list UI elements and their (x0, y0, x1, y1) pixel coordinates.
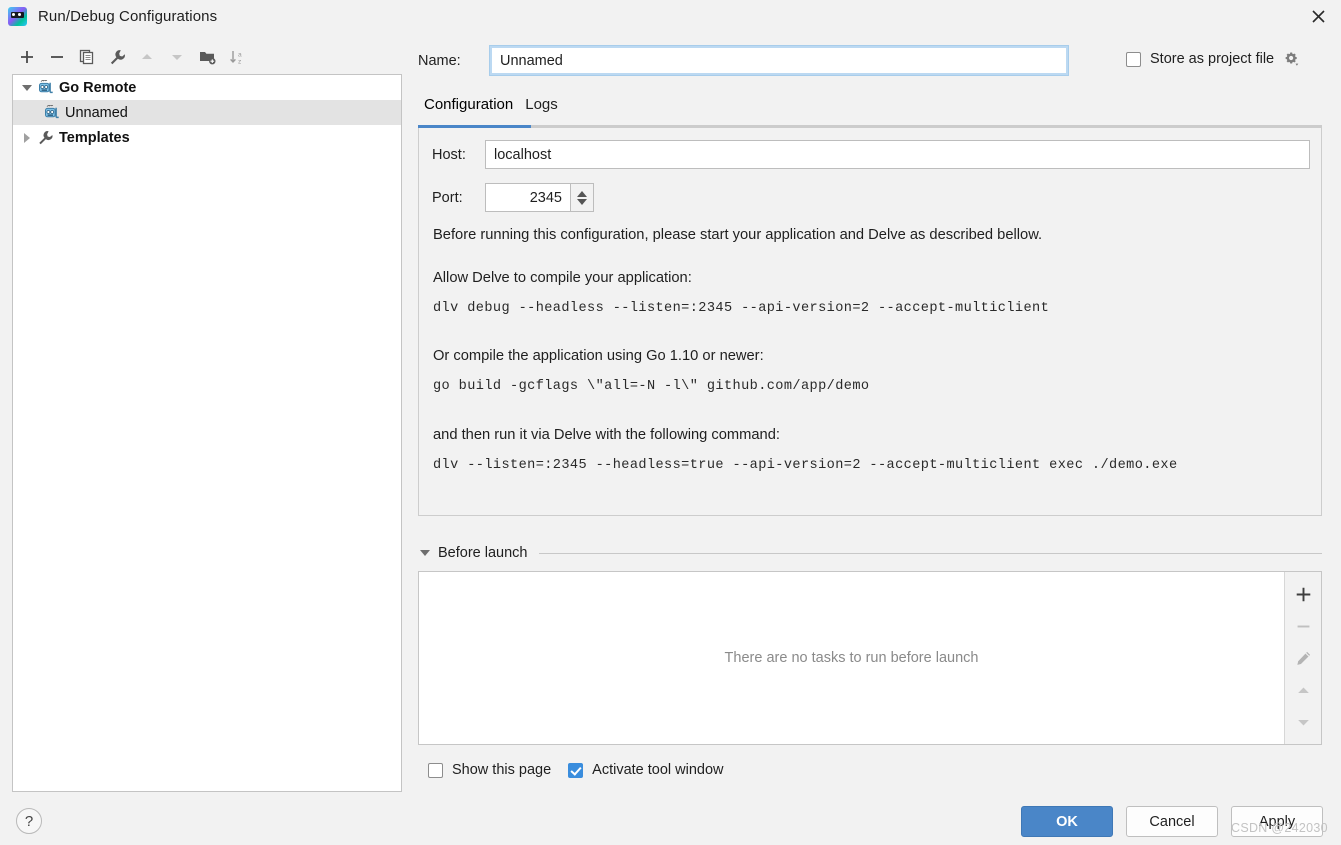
port-label: Port: (432, 190, 463, 206)
copy-icon (79, 49, 94, 65)
tab-logs[interactable]: Logs (519, 96, 564, 120)
chevron-right-icon[interactable] (19, 130, 35, 146)
tree-item-label: Templates (59, 129, 130, 146)
ok-button[interactable]: OK (1021, 806, 1113, 837)
section-code-2: go build -gcflags \"all=-N -l\" github.c… (433, 379, 870, 394)
run-debug-configurations-dialog: Run/Debug Configurations a z Go Remote U… (0, 0, 1341, 845)
move-up-button[interactable] (132, 43, 162, 71)
remove-configuration-button[interactable] (42, 43, 72, 71)
spinner-down-icon[interactable] (577, 198, 587, 205)
before-launch-header[interactable]: Before launch (420, 543, 1322, 563)
section-heading-3: and then run it via Delve with the follo… (433, 427, 780, 443)
go-remote-icon (43, 104, 61, 121)
gear-dropdown-icon[interactable] (1284, 51, 1300, 67)
show-this-page-label: Show this page (452, 762, 552, 778)
svg-text:z: z (238, 58, 241, 65)
wrench-icon (110, 49, 125, 64)
move-down-button[interactable] (162, 43, 192, 71)
arrow-down-icon (1297, 719, 1309, 725)
sort-az-icon: a z (229, 50, 242, 65)
section-heading-1: Allow Delve to compile your application: (433, 270, 692, 286)
minus-icon (1297, 625, 1309, 627)
port-spin-buttons[interactable] (570, 184, 593, 211)
help-button[interactable]: ? (16, 808, 42, 834)
move-task-up-button[interactable] (1287, 674, 1319, 706)
spinner-up-icon[interactable] (577, 190, 587, 197)
before-launch-divider (539, 552, 1322, 554)
wrench-icon (37, 130, 55, 146)
tab-configuration[interactable]: Configuration (418, 96, 519, 120)
footer-checkboxes: Show this page Activate tool window (428, 762, 741, 778)
new-folder-button[interactable] (192, 43, 222, 71)
before-launch-panel: There are no tasks to run before launch (418, 571, 1322, 745)
port-input[interactable]: 2345 (486, 184, 570, 211)
tree-item-label: Go Remote (59, 79, 137, 96)
tree-item-templates[interactable]: Templates (13, 125, 401, 150)
section-code-1: dlv debug --headless --listen=:2345 --ap… (433, 301, 1050, 316)
chevron-down-icon[interactable] (19, 80, 35, 96)
title-bar: Run/Debug Configurations (0, 0, 1341, 33)
window-title: Run/Debug Configurations (38, 8, 218, 25)
edit-task-button[interactable] (1287, 642, 1319, 674)
go-remote-icon (37, 79, 55, 96)
store-as-project-file-label: Store as project file (1150, 51, 1275, 67)
arrow-down-icon (172, 55, 182, 60)
host-label: Host: (432, 147, 466, 163)
edit-templates-button[interactable] (102, 43, 132, 71)
intro-text: Before running this configuration, pleas… (433, 227, 1043, 243)
plus-icon (21, 51, 33, 63)
chevron-down-icon[interactable] (420, 550, 430, 556)
section-code-3: dlv --listen=:2345 --headless=true --api… (433, 458, 1178, 473)
store-as-project-file-row: Store as project file (1126, 51, 1300, 67)
copy-configuration-button[interactable] (72, 43, 102, 71)
name-label: Name: (418, 53, 461, 69)
before-launch-empty-message: There are no tasks to run before launch (724, 650, 979, 666)
port-stepper[interactable]: 2345 (485, 183, 594, 212)
sort-configurations-button[interactable]: a z (222, 43, 252, 71)
tree-item-unnamed[interactable]: Unnamed (13, 100, 401, 125)
store-as-project-file-checkbox[interactable] (1126, 51, 1141, 67)
configurations-toolbar: a z (12, 42, 402, 72)
cancel-button[interactable]: Cancel (1126, 806, 1218, 837)
arrow-up-icon (1297, 687, 1309, 693)
arrow-up-icon (142, 54, 152, 59)
host-input[interactable]: localhost (485, 140, 1310, 169)
name-input[interactable]: Unnamed (489, 45, 1069, 76)
minus-icon (51, 56, 63, 58)
close-icon[interactable] (1295, 0, 1341, 33)
section-heading-2: Or compile the application using Go 1.10… (433, 348, 764, 364)
remove-task-button[interactable] (1287, 610, 1319, 642)
add-task-button[interactable] (1287, 578, 1319, 610)
before-launch-toolbar (1284, 572, 1321, 744)
add-configuration-button[interactable] (12, 43, 42, 71)
apply-button[interactable]: Apply (1231, 806, 1323, 837)
goland-logo-icon (8, 7, 27, 26)
tree-item-go-remote[interactable]: Go Remote (13, 75, 401, 100)
activate-tool-window-checkbox[interactable] (568, 762, 584, 778)
svg-text:a: a (238, 51, 242, 58)
move-task-down-button[interactable] (1287, 706, 1319, 738)
plus-icon (1296, 587, 1310, 601)
pencil-icon (1296, 651, 1310, 665)
tree-item-label: Unnamed (65, 104, 128, 121)
show-this-page-checkbox[interactable] (428, 762, 443, 778)
folder-add-icon (199, 52, 215, 65)
activate-tool-window-label: Activate tool window (592, 762, 724, 778)
configuration-tabs: Configuration Logs (418, 96, 1322, 126)
before-launch-title: Before launch (438, 545, 528, 561)
configurations-tree[interactable]: Go Remote Unnamed Templates (12, 74, 402, 792)
